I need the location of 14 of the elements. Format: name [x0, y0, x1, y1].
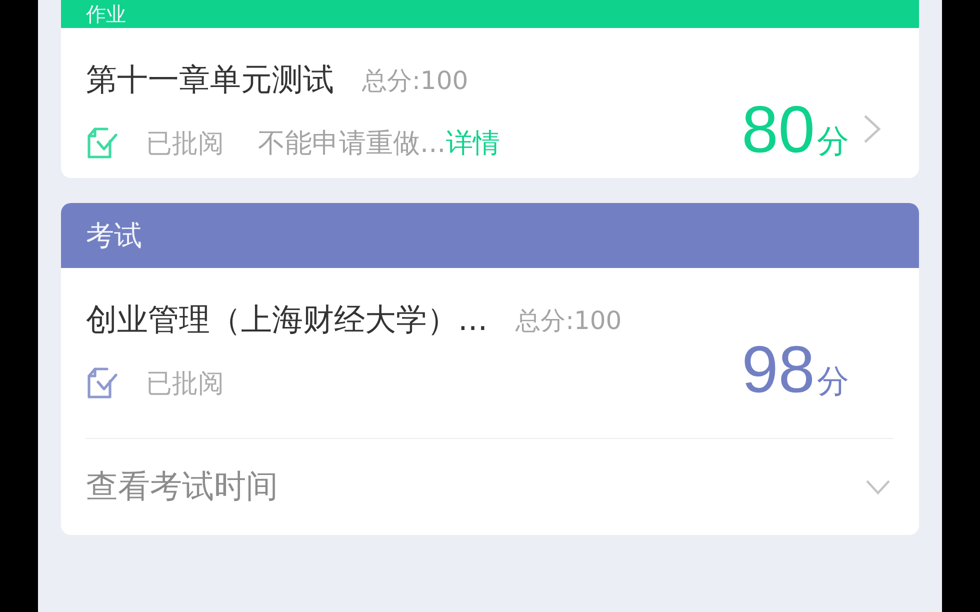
redo-note: 不能申请重做...详情	[258, 127, 500, 161]
document-check-icon	[86, 126, 118, 160]
score: 80分	[742, 96, 849, 162]
document-check-icon	[86, 366, 118, 400]
score: 98分	[742, 336, 849, 402]
review-status: 已批阅	[146, 128, 224, 160]
assignment-title[interactable]: 创业管理（上海财经大学）...	[86, 299, 488, 341]
chevron-right-icon	[863, 114, 881, 144]
total-score: 总分:100	[516, 304, 622, 336]
total-score: 总分:100	[362, 64, 468, 96]
review-status: 已批阅	[146, 368, 224, 400]
section-header: 作业	[61, 0, 919, 28]
section-header: 考试	[61, 203, 919, 268]
assignment-title[interactable]: 第十一章单元测试	[86, 59, 334, 101]
